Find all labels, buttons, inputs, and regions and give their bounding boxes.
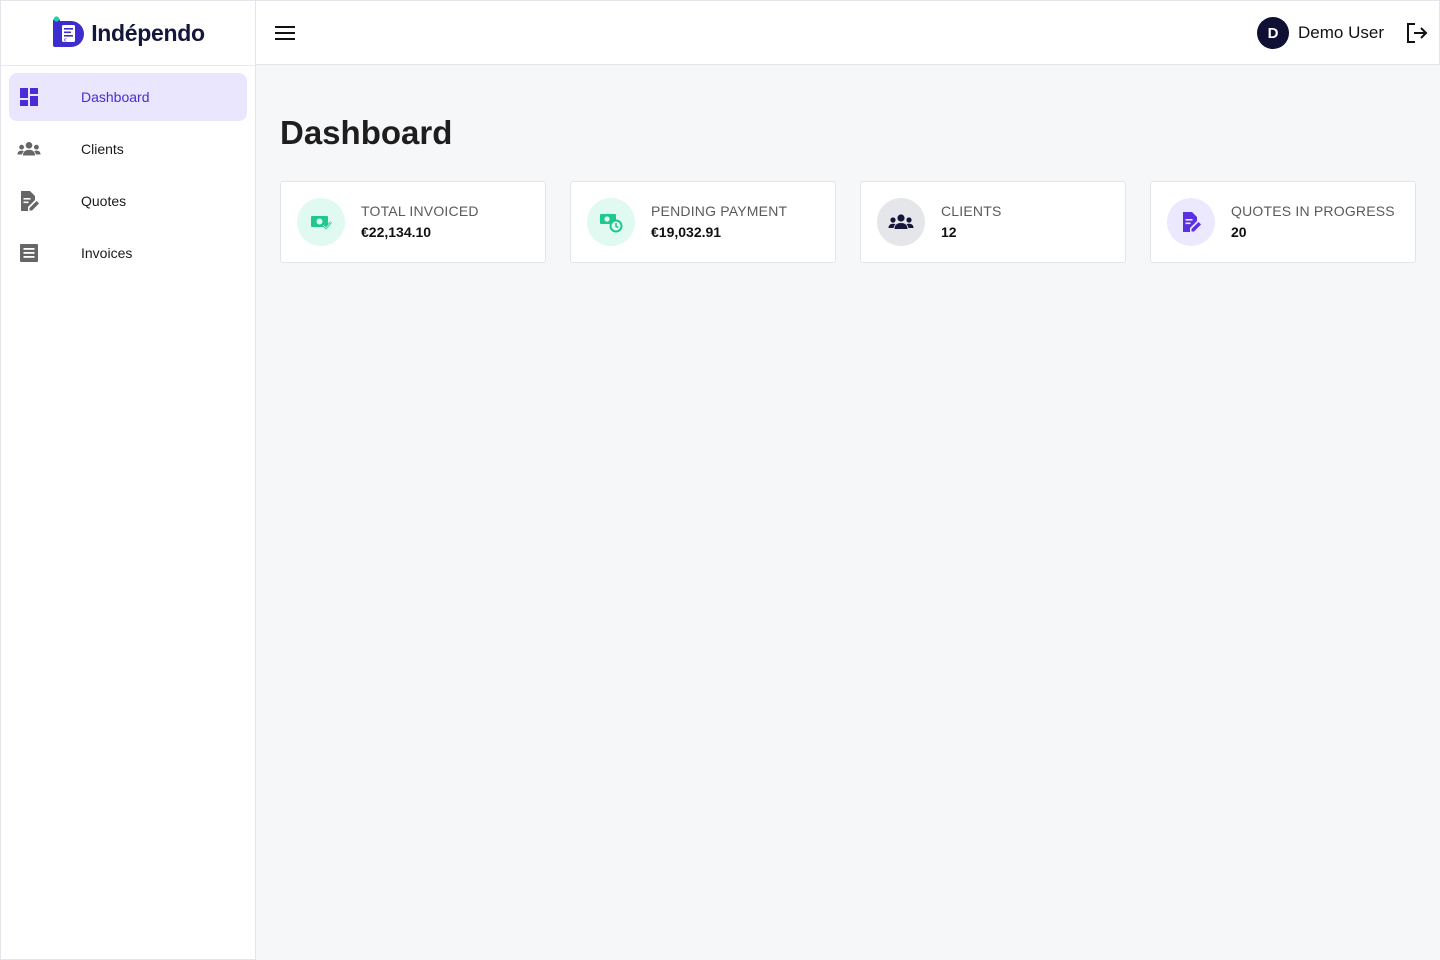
stat-value: €19,032.91 [651,224,722,240]
sidebar-item-label: Quotes [81,193,127,209]
dashboard-icon [17,85,41,109]
stat-value: 12 [941,224,957,240]
edit-document-icon [1167,198,1215,246]
menu-icon[interactable] [273,21,297,45]
stat-label: QUOTES IN PROGRESS [1231,203,1395,219]
stat-label: PENDING PAYMENT [651,203,788,219]
stat-value: €22,134.10 [361,224,432,240]
stat-card-total-invoiced[interactable]: TOTAL INVOICED €22,134.10 [280,181,546,263]
sidebar-item-quotes[interactable]: Quotes [9,177,247,225]
user-name: Demo User [1298,23,1384,42]
stat-card-quotes-in-progress[interactable]: QUOTES IN PROGRESS 20 [1150,181,1416,263]
top-bar: D Demo User [256,0,1440,65]
stat-label: CLIENTS [941,203,1002,219]
sidebar-item-label: Dashboard [81,89,150,105]
svg-text:€: € [64,38,67,44]
sidebar-item-label: Invoices [81,245,133,261]
logo-text: Indépendo [91,19,205,46]
stat-card-pending-payment[interactable]: PENDING PAYMENT €19,032.91 [570,181,836,263]
stats-cards: TOTAL INVOICED €22,134.10 PENDING PAYMEN… [280,181,1416,263]
people-icon [877,198,925,246]
stat-card-clients[interactable]: CLIENTS 12 [860,181,1126,263]
stat-label: TOTAL INVOICED [361,203,479,219]
people-icon [17,137,41,161]
logo-icon: € [51,16,85,50]
money-clock-icon [587,198,635,246]
user-menu[interactable]: D Demo User [1257,17,1384,49]
sidebar: € Indépendo Dashboard Clients Quotes Inv… [0,0,256,960]
avatar: D [1257,17,1290,49]
sidebar-item-clients[interactable]: Clients [9,125,247,173]
page-title: Dashboard [280,114,453,151]
money-check-icon [297,198,345,246]
logout-icon[interactable] [1405,21,1429,45]
sidebar-item-label: Clients [81,141,124,157]
app-logo[interactable]: € Indépendo [1,1,255,66]
sidebar-item-dashboard[interactable]: Dashboard [9,73,247,121]
sidebar-nav: Dashboard Clients Quotes Invoices [1,66,255,288]
receipt-icon [17,241,41,265]
edit-document-icon [17,189,41,213]
sidebar-item-invoices[interactable]: Invoices [9,229,247,277]
stat-value: 20 [1231,224,1247,240]
